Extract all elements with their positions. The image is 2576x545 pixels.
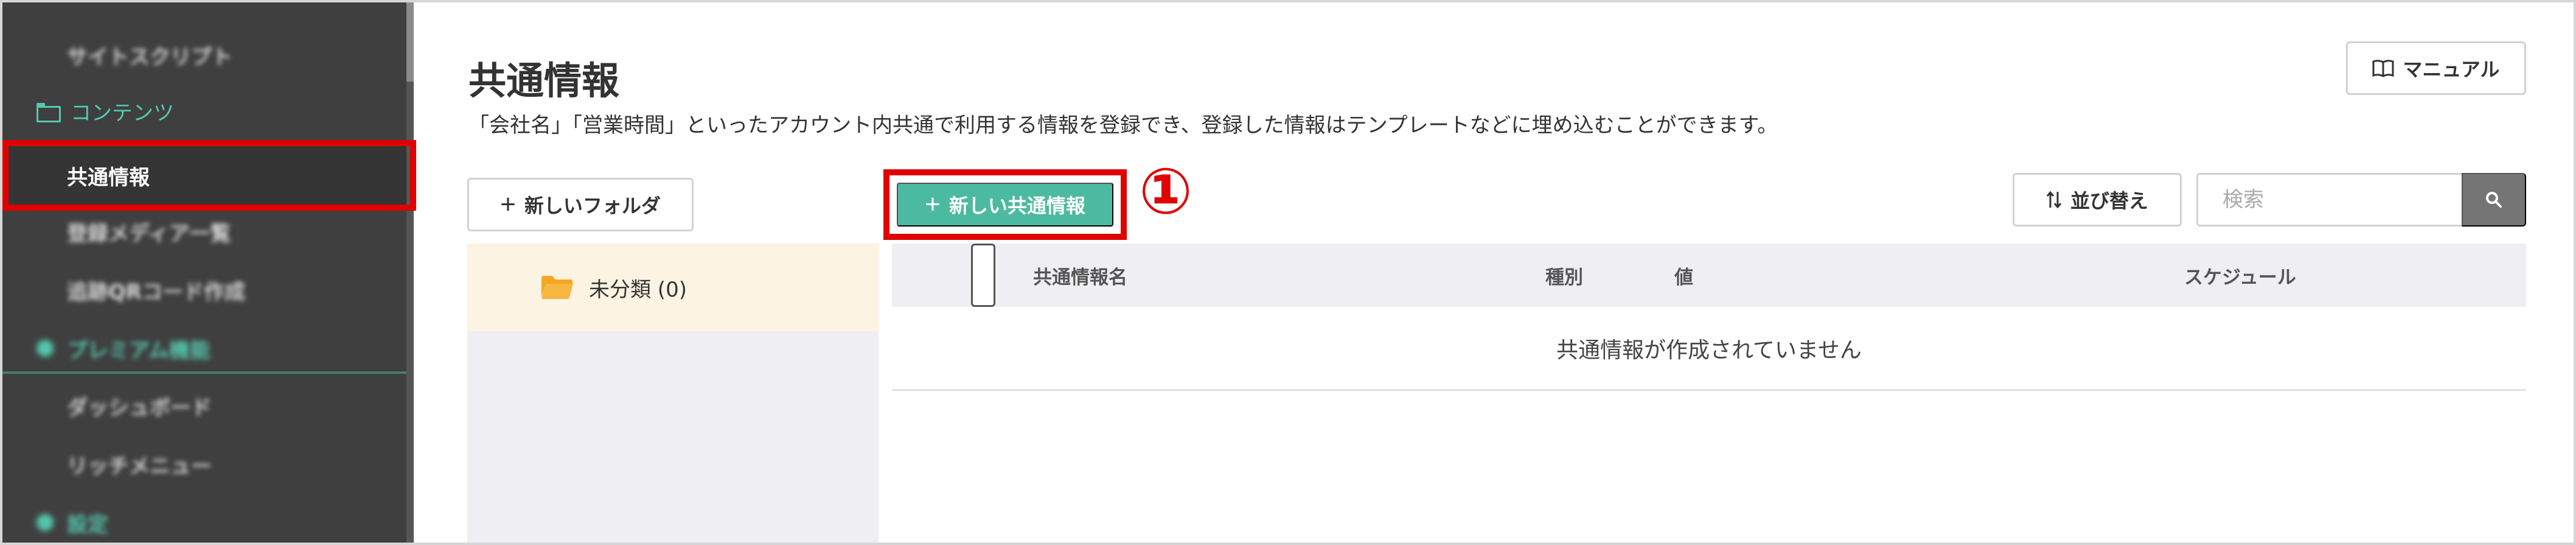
sidebar-item-registered-media[interactable]: 登録メディア一覧 xyxy=(2,202,406,261)
search-button[interactable] xyxy=(2462,173,2526,227)
folder-label: 未分類 (0) xyxy=(589,277,687,302)
folder-item-uncategorized[interactable]: 未分類 (0) xyxy=(467,244,879,331)
empty-table-message: 共通情報が作成されていません xyxy=(892,307,2526,391)
sidebar-category-label: プレミアム機能 xyxy=(67,338,211,363)
folder-icon xyxy=(37,103,61,122)
plus-icon: + xyxy=(925,189,941,219)
sidebar-item-label: サイトスクリプト xyxy=(67,44,232,69)
sidebar: サイトスクリプト コンテンツ 共通情報 登録メディア一覧 追跡QRコード作成 プ… xyxy=(2,2,416,545)
select-all-checkbox[interactable] xyxy=(971,244,995,307)
column-header-value[interactable]: 値 xyxy=(1674,244,1693,307)
sidebar-scrollbar[interactable] xyxy=(406,2,414,543)
sort-button-label: 並び替え xyxy=(2070,190,2148,212)
sidebar-category-label: 設定 xyxy=(67,512,108,537)
sidebar-category-premium[interactable]: プレミアム機能 xyxy=(2,319,406,378)
manual-button-label: マニュアル xyxy=(2403,58,2500,80)
premium-icon xyxy=(37,340,54,357)
sidebar-item-rich-menu[interactable]: リッチメニュー xyxy=(2,435,406,493)
selected-item-highlight-box xyxy=(2,140,416,211)
sidebar-item-tracking-qr[interactable]: 追跡QRコード作成 xyxy=(2,261,406,319)
search-input[interactable] xyxy=(2196,173,2462,227)
sidebar-category-label: コンテンツ xyxy=(71,100,174,125)
manual-button[interactable]: マニュアル xyxy=(2346,41,2526,95)
sidebar-scrollbar-thumb[interactable] xyxy=(406,2,414,82)
sidebar-item-label: ダッシュボード xyxy=(67,395,212,420)
sidebar-item-dashboard[interactable]: ダッシュボード xyxy=(2,376,406,435)
folder-icon xyxy=(541,276,573,299)
folder-panel: 未分類 (0) xyxy=(467,244,879,543)
page-title: 共通情報 xyxy=(468,58,620,103)
column-header-type[interactable]: 種別 xyxy=(1545,244,1583,307)
new-folder-button[interactable]: + 新しいフォルダ xyxy=(467,178,694,231)
book-icon xyxy=(2372,60,2394,77)
sidebar-category-contents[interactable]: コンテンツ xyxy=(2,82,406,140)
search-icon xyxy=(2486,192,2502,208)
plus-icon: + xyxy=(500,189,516,219)
column-header-name[interactable]: 共通情報名 xyxy=(1033,244,1127,307)
step-marker: ① xyxy=(1139,154,1193,228)
new-folder-label: 新しいフォルダ xyxy=(524,195,661,217)
sidebar-item-label: 登録メディア一覧 xyxy=(67,221,231,246)
column-header-schedule[interactable]: スケジュール xyxy=(2184,244,2296,307)
gear-icon xyxy=(37,514,54,531)
sort-button[interactable]: 並び替え xyxy=(2013,173,2182,227)
sidebar-divider xyxy=(2,371,406,374)
table-header: 共通情報名 種別 値 スケジュール xyxy=(892,244,2526,307)
new-info-highlight-box: + 新しい共通情報 xyxy=(883,169,1127,240)
sidebar-item-label: リッチメニュー xyxy=(67,454,212,479)
sidebar-item-label: 追跡QRコード作成 xyxy=(67,280,246,304)
page-description: 「会社名」「営業時間」といったアカウント内共通で利用する情報を登録でき、登録した… xyxy=(468,113,1778,138)
new-common-info-label: 新しい共通情報 xyxy=(949,195,1085,217)
sidebar-item-site-script[interactable]: サイトスクリプト xyxy=(2,26,406,84)
sidebar-category-settings[interactable]: 設定 xyxy=(2,493,406,545)
sort-arrows-icon xyxy=(2046,191,2062,209)
new-common-info-button[interactable]: + 新しい共通情報 xyxy=(897,183,1113,227)
